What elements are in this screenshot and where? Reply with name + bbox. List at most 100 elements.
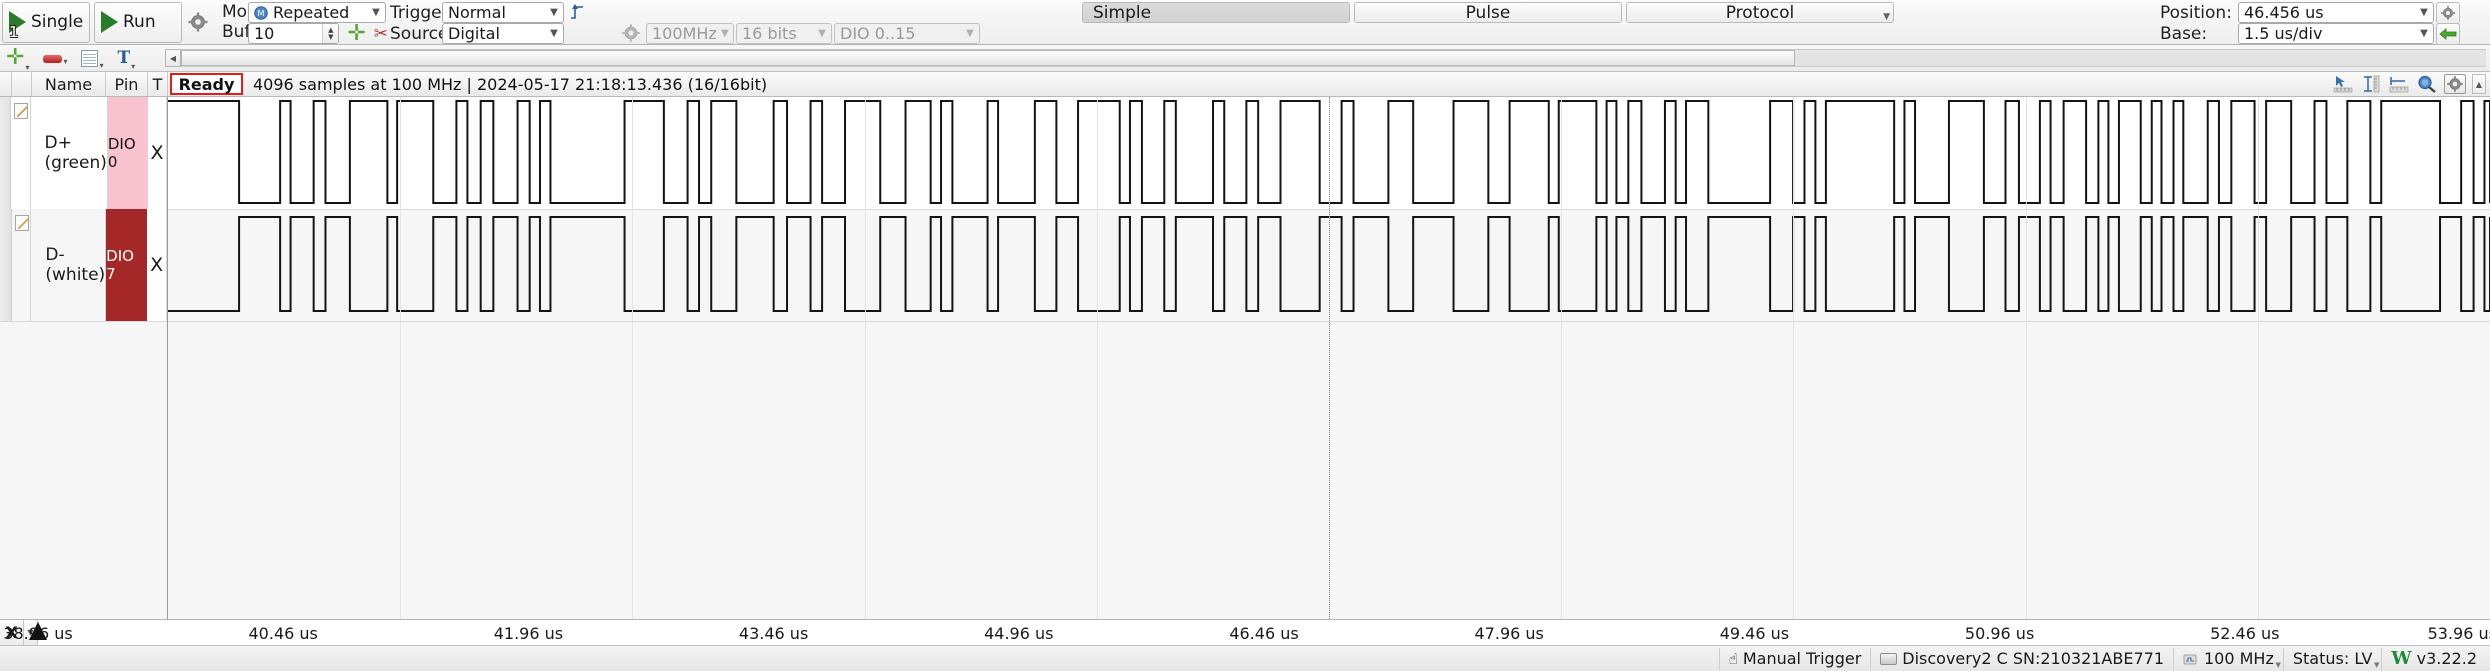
channel-list: D+ (green) DIO 0 X D- (white) DIO 7 X <box>0 97 168 619</box>
device-icon <box>1880 652 1898 665</box>
trigger-combo[interactable]: Normal ▼ <box>442 2 564 23</box>
waveforms-logic-analyzer-window: Single 1 Run M Repeated ▼ 10 ▲ ▼ ✛ ✂ Tri… <box>0 0 2490 671</box>
channel-edit-icon[interactable] <box>11 209 32 321</box>
time-tick: 53.96 us <box>2427 624 2490 643</box>
trigger-label: Trigger: <box>390 2 455 23</box>
header-name-label: Name <box>44 74 93 94</box>
source-combo[interactable]: Digital ▼ <box>442 23 564 44</box>
chevron-down-icon: ▼ <box>721 28 729 39</box>
status-label: Status: LV <box>2292 649 2373 668</box>
run-button[interactable]: Run <box>94 1 182 43</box>
header-pin[interactable]: Pin <box>106 72 148 96</box>
ready-status-button[interactable]: Ready <box>170 73 243 95</box>
header-scroll-up-arrow[interactable]: ▲ <box>2472 74 2486 94</box>
vertical-measure-icon[interactable] <box>2360 74 2382 94</box>
cursor-measure-icon[interactable] <box>2332 74 2354 94</box>
mode-combo[interactable]: M Repeated ▼ <box>248 2 386 23</box>
base-value: 1.5 us/div <box>2244 24 2323 43</box>
single-button-label: Single <box>31 12 84 32</box>
zoom-icon[interactable] <box>2416 74 2438 94</box>
position-settings-gear-icon[interactable] <box>2436 1 2460 24</box>
version-label: v3.22.2 <box>2416 649 2477 668</box>
row-grip[interactable] <box>0 209 12 321</box>
bits-combo[interactable]: 16 bits ▼ <box>736 23 832 44</box>
channel-row-dminus[interactable]: D- (white) DIO 7 X <box>0 209 167 321</box>
channel-pin[interactable]: DIO 0 <box>107 97 148 209</box>
header-t[interactable]: T <box>148 72 168 96</box>
waveform-canvas[interactable] <box>168 97 2490 619</box>
rate-value: 100MHz <box>652 24 717 43</box>
channel-trigger-cell[interactable]: X <box>147 97 167 209</box>
single-badge: 1 <box>9 22 19 41</box>
plot-tool-icons: ▲ <box>2332 72 2490 96</box>
header-name[interactable]: Name <box>32 72 106 96</box>
dio-range-combo[interactable]: DIO 0..15 ▼ <box>834 23 980 44</box>
time-tick: 47.96 us <box>1474 624 1544 643</box>
rate-indicator[interactable]: 100 MHz ▼ <box>2173 647 2283 670</box>
sampling-settings-gear-icon[interactable] <box>621 23 643 45</box>
acquisition-settings-gear-icon[interactable] <box>187 11 209 33</box>
trigger-cursor-line[interactable] <box>1329 97 1330 619</box>
buffer-value: 10 <box>254 24 275 43</box>
remove-channel-icon[interactable]: ▾ <box>43 54 67 66</box>
base-back-arrow-icon[interactable] <box>2436 22 2460 45</box>
bits-value: 16 bits <box>742 24 797 43</box>
spinner-arrows[interactable]: ▲ ▼ <box>322 24 339 43</box>
channel-trigger-cell[interactable]: X <box>147 209 167 321</box>
chevron-down-icon[interactable]: ▼ <box>2275 661 2280 669</box>
buffer-input[interactable]: 10 ▲ ▼ <box>248 23 340 44</box>
plus-icon[interactable]: ✛ <box>347 22 365 45</box>
tab-pulse-label: Pulse <box>1465 2 1511 23</box>
header-grip <box>0 72 12 96</box>
trigger-position-marker[interactable] <box>29 622 47 640</box>
tab-pulse[interactable]: Pulse <box>1354 2 1622 23</box>
time-tick: 41.96 us <box>493 624 564 643</box>
scroll-track[interactable] <box>181 49 2486 67</box>
channel-pin[interactable]: DIO 7 <box>106 209 148 321</box>
mode-value: Repeated <box>273 3 350 22</box>
channel-name-label: D- (white) <box>45 245 106 285</box>
text-tool-icon[interactable]: T ▾ <box>117 48 135 71</box>
chevron-down-icon: ▼ <box>550 28 558 39</box>
scroll-thumb[interactable] <box>181 50 1795 66</box>
channel-name[interactable]: D- (white) <box>31 209 107 321</box>
device-indicator[interactable]: Discovery2 C SN:210321ABE771 <box>1870 647 2173 670</box>
add-channel-icon[interactable]: ✛ ▾ <box>6 47 29 73</box>
edit-note-icon[interactable]: ▾ <box>81 49 103 70</box>
grid-line <box>1561 97 1563 619</box>
capture-status-text: 4096 samples at 100 MHz | 2024-05-17 21:… <box>245 72 2332 96</box>
horizontal-measure-icon[interactable] <box>2388 74 2410 94</box>
play-triangle-icon <box>101 11 118 33</box>
base-label: Base: <box>2160 23 2208 44</box>
tab-protocol-label: Protocol <box>1725 2 1795 23</box>
tab-simple[interactable]: Simple <box>1082 2 1350 23</box>
chevron-down-icon[interactable]: ▼ <box>2374 661 2379 669</box>
source-label: Source: <box>390 23 455 44</box>
position-combo[interactable]: 46.456 us ▼ <box>2238 2 2434 23</box>
time-tick: 44.96 us <box>984 624 1054 643</box>
rate-combo[interactable]: 100MHz ▼ <box>646 23 734 44</box>
header-pin-label: Pin <box>114 74 139 94</box>
trigger-edge-icon[interactable] <box>570 3 584 22</box>
channel-name[interactable]: D+ (green) <box>31 97 108 209</box>
status-indicator[interactable]: Status: LV ▼ <box>2282 647 2382 670</box>
row-grip[interactable] <box>0 97 12 209</box>
scroll-left-arrow[interactable]: ◀ <box>165 49 181 67</box>
manual-trigger-label: Manual Trigger <box>1742 649 1862 668</box>
protocol-dropdown-arrow[interactable]: ▼ <box>1883 12 1890 22</box>
device-label: Discovery2 C SN:210321ABE771 <box>1902 649 2164 668</box>
channel-list-empty <box>0 321 167 619</box>
channel-edit-icon[interactable] <box>11 97 31 209</box>
manual-trigger-button[interactable]: ☝ Manual Trigger <box>1718 647 1871 670</box>
base-combo[interactable]: 1.5 us/div ▼ <box>2238 23 2434 44</box>
single-button[interactable]: Single 1 <box>2 1 90 43</box>
version-indicator[interactable]: W v3.22.2 <box>2381 647 2486 670</box>
chevron-down-icon: ▼ <box>966 28 974 39</box>
horizontal-scrollbar[interactable]: ◀ <box>165 49 2486 67</box>
tab-protocol[interactable]: Protocol ▼ <box>1626 2 1894 23</box>
grid-line <box>1793 97 1795 619</box>
settings-gear-icon[interactable] <box>2444 74 2466 94</box>
capture-status-label: 4096 samples at 100 MHz | 2024-05-17 21:… <box>253 74 768 94</box>
grid-line <box>632 97 634 619</box>
channel-row-dplus[interactable]: D+ (green) DIO 0 X <box>0 97 167 209</box>
